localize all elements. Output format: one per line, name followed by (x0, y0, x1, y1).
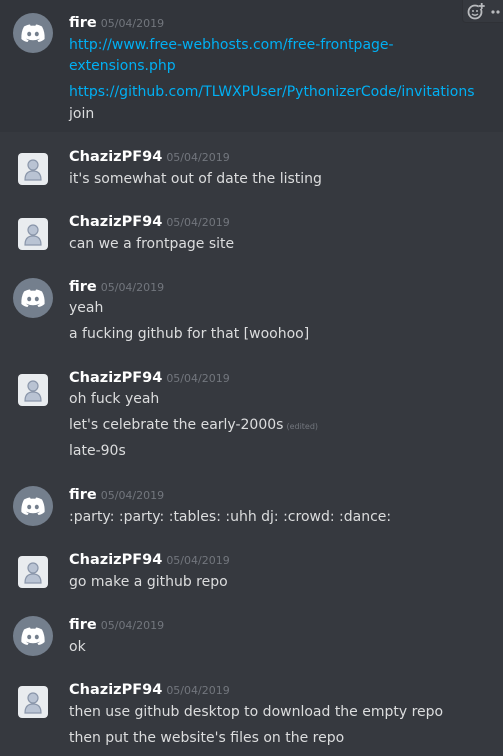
default-user-avatar-icon[interactable] (18, 153, 48, 185)
message-list: fire 05/04/2019 http://www.free-webhosts.… (0, 0, 503, 756)
default-user-avatar-icon[interactable] (18, 374, 48, 406)
timestamp: 05/04/2019 (166, 151, 230, 164)
discord-avatar-icon[interactable] (13, 486, 53, 526)
discord-avatar-icon[interactable] (13, 13, 53, 53)
username[interactable]: fire (69, 279, 97, 295)
message-group: ChazizPF94 05/04/2019 go make a github re… (0, 545, 503, 597)
message-link[interactable]: extensions.php (69, 55, 176, 77)
message-group: fire 05/04/2019 yeah a fucking github for… (0, 272, 503, 348)
message-toolbar (462, 0, 503, 23)
timestamp: 05/04/2019 (166, 554, 230, 567)
timestamp: 05/04/2019 (100, 619, 165, 632)
username[interactable]: ChazizPF94 (69, 682, 162, 698)
username[interactable]: fire (69, 617, 97, 633)
discord-avatar-icon[interactable] (13, 616, 53, 656)
add-reaction-icon[interactable] (467, 2, 485, 20)
more-options-icon[interactable] (490, 2, 500, 20)
message-text: then use github desktop to download the … (69, 704, 444, 720)
message-text: ok (69, 639, 86, 655)
timestamp: 05/04/2019 (100, 17, 165, 30)
username[interactable]: fire (69, 487, 97, 503)
timestamp: 05/04/2019 (166, 216, 230, 229)
timestamp: 05/04/2019 (166, 372, 230, 385)
message-group: fire 05/04/2019 ok (0, 610, 503, 662)
username[interactable]: ChazizPF94 (69, 552, 162, 568)
timestamp: 05/04/2019 (100, 489, 165, 502)
message-text: yeah (69, 300, 104, 316)
timestamp: 05/04/2019 (100, 281, 165, 294)
username[interactable]: ChazizPF94 (69, 149, 162, 165)
message-group: ChazizPF94 05/04/2019 then use github des… (0, 675, 503, 756)
message-text: let's celebrate the early-2000s (edited) (69, 414, 318, 438)
message-text: join (69, 106, 95, 122)
message-group: ChazizPF94 05/04/2019 it's somewhat out o… (0, 142, 503, 194)
discord-avatar-icon[interactable] (13, 278, 53, 318)
timestamp: 05/04/2019 (166, 684, 230, 697)
message-text: late-90s (69, 443, 126, 459)
message-text-content: let's celebrate the early-2000s (69, 417, 284, 433)
default-user-avatar-icon[interactable] (18, 556, 48, 588)
username[interactable]: fire (69, 15, 97, 31)
username[interactable]: ChazizPF94 (69, 214, 162, 230)
message-group: ChazizPF94 05/04/2019 can we a frontpage … (0, 207, 503, 259)
message-link[interactable]: http://www.free-webhosts.com/free-frontp… (69, 34, 394, 56)
message-group: fire 05/04/2019 http://www.free-webhosts.… (0, 0, 503, 132)
default-user-avatar-icon[interactable] (18, 218, 48, 250)
message-group: ChazizPF94 05/04/2019 oh fuck yeah let's … (0, 363, 503, 465)
username[interactable]: ChazizPF94 (69, 370, 162, 386)
message-text: oh fuck yeah (69, 391, 160, 407)
message-text: then put the website's files on the repo (69, 730, 345, 746)
message-link[interactable]: https://github.com/TLWXPUser/PythonizerC… (69, 81, 475, 103)
default-user-avatar-icon[interactable] (18, 686, 48, 718)
message-text: go make a github repo (69, 574, 228, 590)
message-text: :party: :party: :tables: :uhh dj: :crowd… (69, 509, 392, 525)
message-text: a fucking github for that [woohoo] (69, 326, 310, 342)
message-group: fire 05/04/2019 :party: :party: :tables: … (0, 480, 503, 532)
edited-indicator: (edited) (286, 422, 319, 431)
message-text: can we a frontpage site (69, 236, 235, 252)
message-text: it's somewhat out of date the listing (69, 171, 322, 187)
